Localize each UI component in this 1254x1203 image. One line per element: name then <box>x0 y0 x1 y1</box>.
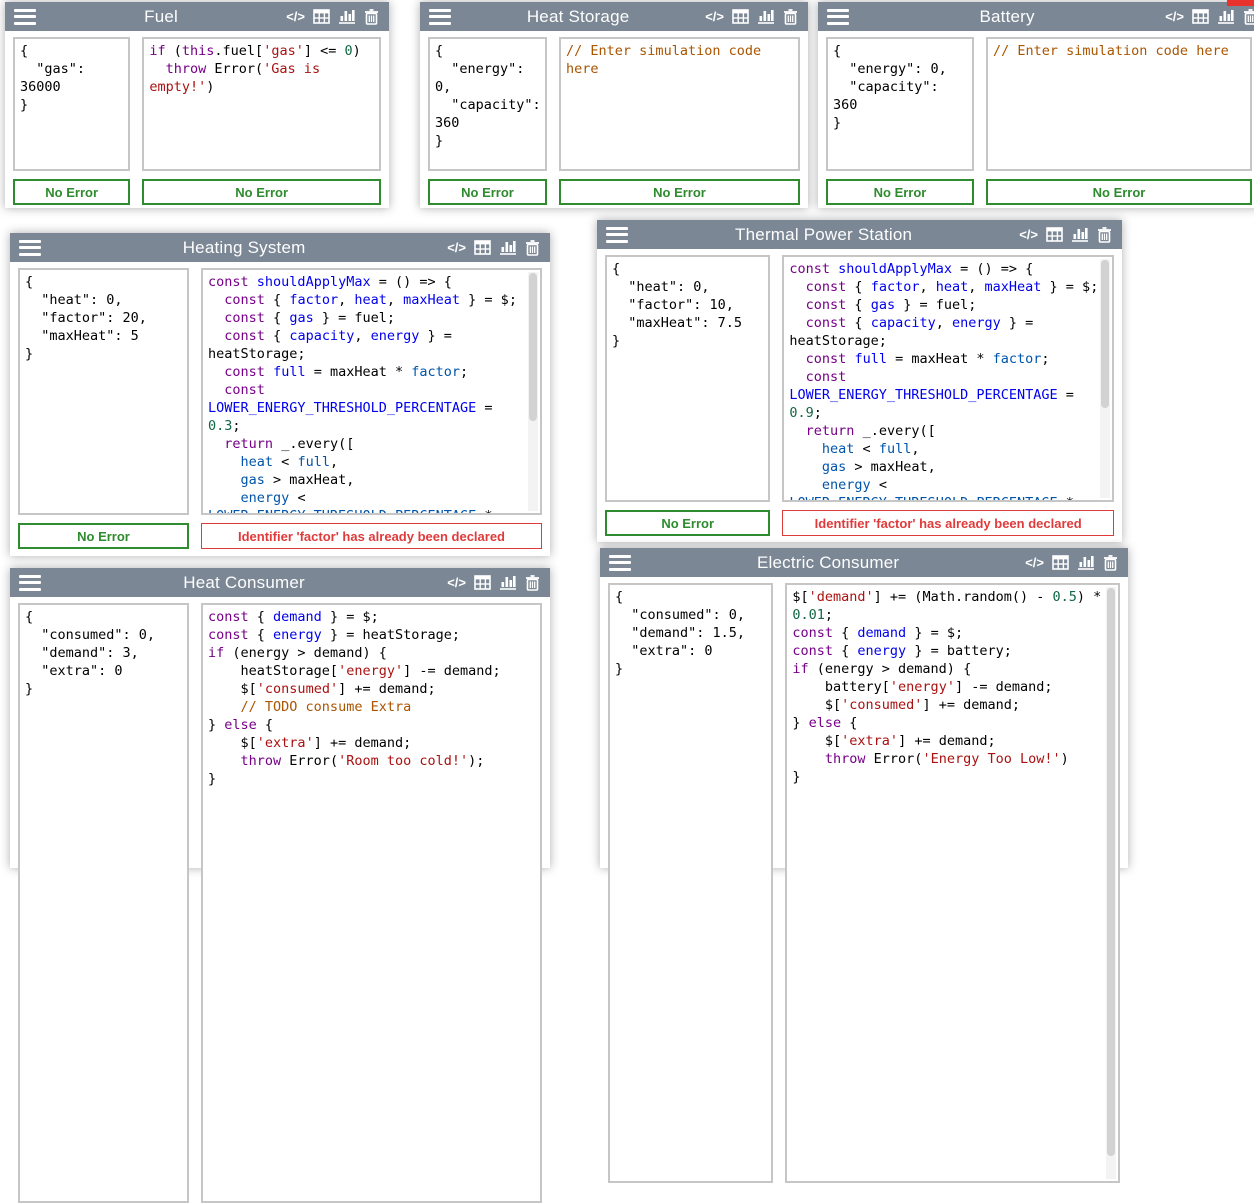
bar-chart-icon[interactable] <box>757 9 775 24</box>
code-icon[interactable]: </> <box>1019 227 1038 242</box>
panel-title: Battery <box>849 7 1165 27</box>
panel-title: Heating System <box>41 238 447 258</box>
trash-icon[interactable] <box>1103 555 1118 571</box>
state-status: No Error <box>428 179 547 205</box>
state-editor[interactable]: { "consumed": 0, "demand": 3, "extra": 0… <box>18 603 189 1203</box>
state-editor[interactable]: { "heat": 0, "factor": 10, "maxHeat": 7.… <box>605 255 770 502</box>
code-status: Identifier 'factor' has already been dec… <box>782 510 1114 536</box>
panel-heat-storage: Heat Storage </> { "energy": 0, "capacit… <box>420 2 808 208</box>
bar-chart-icon[interactable] <box>1071 227 1089 242</box>
status-row: No Error No Error <box>5 171 389 205</box>
panel-body: { "gas": 36000 } if (this.fuel['gas'] <=… <box>5 31 389 171</box>
menu-icon[interactable] <box>429 9 451 25</box>
table-icon[interactable] <box>1052 555 1069 570</box>
code-status: Identifier 'factor' has already been dec… <box>201 523 542 549</box>
panel-thermal-power-station: Thermal Power Station </> { "heat": 0, "… <box>597 220 1122 542</box>
menu-icon[interactable] <box>14 9 36 25</box>
code-icon[interactable]: </> <box>286 9 305 24</box>
table-icon[interactable] <box>474 240 491 255</box>
code-icon[interactable]: </> <box>705 9 724 24</box>
code-editor[interactable]: $['demand'] += (Math.random() - 0.5) *0.… <box>785 583 1120 1183</box>
menu-icon[interactable] <box>19 575 41 591</box>
code-editor[interactable]: // Enter simulation codehere <box>559 37 800 171</box>
code-status: No Error <box>559 179 800 205</box>
trash-icon[interactable] <box>364 9 379 25</box>
table-icon[interactable] <box>474 575 491 590</box>
table-icon[interactable] <box>313 9 330 24</box>
table-icon[interactable] <box>1192 9 1209 24</box>
state-status: No Error <box>13 179 130 205</box>
table-icon[interactable] <box>1046 227 1063 242</box>
panel-heat-consumer: Heat Consumer </> { "consumed": 0, "dema… <box>10 568 550 868</box>
bar-chart-icon[interactable] <box>338 9 356 24</box>
panel-title: Heat Consumer <box>41 573 447 593</box>
panel-header: Heating System </> <box>10 233 550 262</box>
status-row: No Error No Error <box>818 171 1254 205</box>
code-editor[interactable]: const shouldApplyMax = () => { const { f… <box>782 255 1114 502</box>
red-fragment <box>1227 0 1254 6</box>
code-editor[interactable]: const shouldApplyMax = () => { const { f… <box>201 268 542 515</box>
trash-icon[interactable] <box>525 240 540 256</box>
panel-header: Thermal Power Station </> <box>597 220 1122 249</box>
code-editor[interactable]: if (this.fuel['gas'] <= 0) throw Error('… <box>142 37 381 171</box>
menu-icon[interactable] <box>609 555 631 571</box>
trash-icon[interactable] <box>783 9 798 25</box>
panel-header: Battery </> <box>818 2 1254 31</box>
panel-battery: Battery </> { "energy": 0, "capacity": 3… <box>818 2 1254 208</box>
panel-body: { "heat": 0, "factor": 10, "maxHeat": 7.… <box>597 249 1122 502</box>
panel-heating-system: Heating System </> { "heat": 0, "factor"… <box>10 233 550 556</box>
state-status: No Error <box>826 179 974 205</box>
menu-icon[interactable] <box>606 227 628 243</box>
panel-header: Heat Consumer </> <box>10 568 550 597</box>
state-status: No Error <box>605 510 770 536</box>
panel-header: Heat Storage </> <box>420 2 808 31</box>
code-icon[interactable]: </> <box>1165 9 1184 24</box>
code-editor[interactable]: const { demand } = $;const { energy } = … <box>201 603 542 1203</box>
code-icon[interactable]: </> <box>447 240 466 255</box>
panel-fuel: Fuel </> { "gas": 36000 } if (this.fuel[… <box>5 2 389 208</box>
state-editor[interactable]: { "heat": 0, "factor": 20, "maxHeat": 5 … <box>18 268 189 515</box>
bar-chart-icon[interactable] <box>1077 555 1095 570</box>
panel-header: Fuel </> <box>5 2 389 31</box>
table-icon[interactable] <box>732 9 749 24</box>
panel-title: Electric Consumer <box>631 553 1025 573</box>
panel-body: { "consumed": 0, "demand": 1.5, "extra":… <box>600 577 1128 1183</box>
trash-icon[interactable] <box>525 575 540 591</box>
panel-body: { "consumed": 0, "demand": 3, "extra": 0… <box>10 597 550 1203</box>
menu-icon[interactable] <box>827 9 849 25</box>
code-icon[interactable]: </> <box>447 575 466 590</box>
code-icon[interactable]: </> <box>1025 555 1044 570</box>
bar-chart-icon[interactable] <box>1217 9 1235 24</box>
trash-icon[interactable] <box>1097 227 1112 243</box>
menu-icon[interactable] <box>19 240 41 256</box>
panel-body: { "energy": 0, "capacity": 360 } // Ente… <box>420 31 808 171</box>
panel-title: Thermal Power Station <box>628 225 1019 245</box>
trash-icon[interactable] <box>1243 9 1254 25</box>
panel-body: { "energy": 0, "capacity": 360 } // Ente… <box>818 31 1254 171</box>
panel-title: Heat Storage <box>451 7 705 27</box>
bar-chart-icon[interactable] <box>499 240 517 255</box>
code-status: No Error <box>142 179 381 205</box>
code-editor[interactable]: // Enter simulation code here <box>986 37 1252 171</box>
state-editor[interactable]: { "energy": 0, "capacity": 360 } <box>428 37 547 171</box>
state-editor[interactable]: { "energy": 0, "capacity": 360 } <box>826 37 974 171</box>
panel-electric-consumer: Electric Consumer </> { "consumed": 0, "… <box>600 548 1128 868</box>
status-row: No Error Identifier 'factor' has already… <box>10 515 550 549</box>
scrollbar[interactable] <box>1106 587 1116 1179</box>
panel-body: { "heat": 0, "factor": 20, "maxHeat": 5 … <box>10 262 550 515</box>
status-row: No Error No Error <box>420 171 808 205</box>
state-editor[interactable]: { "gas": 36000 } <box>13 37 130 171</box>
scrollbar[interactable] <box>1100 259 1110 498</box>
panel-header: Electric Consumer </> <box>600 548 1128 577</box>
code-status: No Error <box>986 179 1252 205</box>
bar-chart-icon[interactable] <box>499 575 517 590</box>
state-status: No Error <box>18 523 189 549</box>
state-editor[interactable]: { "consumed": 0, "demand": 1.5, "extra":… <box>608 583 773 1183</box>
scrollbar[interactable] <box>528 272 538 511</box>
panel-title: Fuel <box>36 7 286 27</box>
status-row: No Error Identifier 'factor' has already… <box>597 502 1122 536</box>
